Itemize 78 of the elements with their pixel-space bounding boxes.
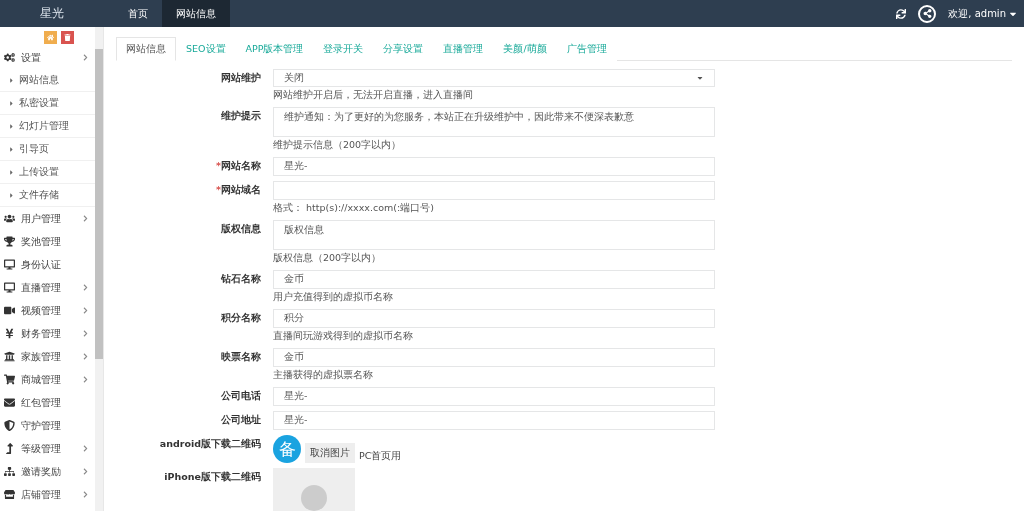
- shield-icon: [4, 420, 15, 431]
- field-label: 版权信息: [220, 222, 261, 236]
- video-camera-icon: [4, 305, 15, 316]
- caret-icon: [8, 191, 15, 199]
- field-label: 钻石名称: [220, 272, 261, 286]
- caret-down-icon: [696, 74, 704, 82]
- field-label: iPhone版下载二维码: [163, 470, 261, 484]
- field-label: 网站维护: [220, 71, 261, 85]
- field-label: 公司地址: [220, 413, 261, 427]
- field-label: 维护提示: [220, 109, 261, 123]
- trophy-icon: [4, 236, 15, 247]
- monitor-icon: [4, 282, 15, 293]
- nav-tab[interactable]: 首页: [114, 0, 162, 27]
- help-text: 格式： http(s)://xxxx.com(:端口号): [273, 202, 435, 215]
- sidebar-item[interactable]: 店铺管理: [0, 483, 95, 506]
- help-text: 主播获得的虚拟票名称: [273, 369, 374, 382]
- select-field[interactable]: 关闭: [273, 69, 715, 87]
- sidebar-item[interactable]: 家族管理: [0, 345, 95, 368]
- caret-icon: [8, 76, 15, 84]
- trash-icon: [63, 34, 71, 41]
- monitor-icon: [4, 259, 15, 270]
- field-label: 公司电话: [220, 389, 261, 403]
- sidebar-item[interactable]: 红包管理: [0, 391, 95, 414]
- caret-icon: [8, 99, 15, 107]
- field-label: 映票名称: [220, 350, 261, 364]
- envelope-icon: [4, 397, 15, 408]
- sidebar-item[interactable]: 身份认证: [0, 253, 95, 276]
- sidebar-item[interactable]: 奖池管理: [0, 230, 95, 253]
- sidebar-item[interactable]: 直播管理: [0, 276, 95, 299]
- field-label: android版下载二维码: [158, 437, 261, 451]
- field-label: *网站域名: [215, 183, 261, 197]
- input-field[interactable]: 金币: [273, 270, 715, 289]
- home-icon: [46, 34, 54, 41]
- sidebar-item[interactable]: 等级管理: [0, 437, 95, 460]
- input-field[interactable]: 星光-: [273, 387, 715, 406]
- input-field[interactable]: [273, 181, 715, 200]
- gears-icon: [4, 52, 15, 63]
- refresh-icon[interactable]: [896, 8, 907, 19]
- field-label: *网站名称: [215, 159, 261, 173]
- help-text: 版权信息（200字以内）: [273, 252, 383, 265]
- help-text: 网站维护开启后，无法开启直播，进入直播间: [273, 89, 474, 102]
- field-label: 积分名称: [220, 311, 261, 325]
- image-note: PC首页用: [359, 450, 402, 463]
- help-text: 直播间玩游戏得到的虚拟币名称: [273, 330, 414, 343]
- caret-icon: [8, 168, 15, 176]
- nav-tab[interactable]: 网站信息: [162, 0, 230, 27]
- users-icon: [4, 213, 15, 224]
- sidebar-item[interactable]: 财务管理: [0, 322, 95, 345]
- sidebar-item[interactable]: 用户管理: [0, 207, 95, 230]
- caret-icon: [8, 122, 15, 130]
- sidebar-item[interactable]: 视频管理: [0, 299, 95, 322]
- sidebar-item[interactable]: 商城管理: [0, 368, 95, 391]
- help-text: 维护提示信息（200字以内）: [273, 139, 403, 152]
- input-field[interactable]: 星光-: [273, 157, 715, 176]
- textarea-field[interactable]: 版权信息: [273, 220, 715, 250]
- scrollbar[interactable]: [95, 27, 103, 511]
- brand-title: 星光: [39, 5, 65, 22]
- remove-image-button[interactable]: 取消图片: [305, 443, 355, 463]
- delete-button[interactable]: [60, 31, 74, 44]
- bank-icon: [4, 351, 15, 362]
- tab[interactable]: 网站信息: [116, 37, 176, 61]
- sidebar-item[interactable]: 守护管理: [0, 414, 95, 437]
- textarea-field[interactable]: 维护通知：为了更好的为您服务，本站正在升级维护中，因此带来不便深表歉意: [273, 107, 715, 137]
- input-field[interactable]: 星光-: [273, 411, 715, 430]
- yen-icon: [4, 328, 15, 339]
- arrow-up-icon: [4, 443, 15, 454]
- caret-icon: [8, 145, 15, 153]
- cart-icon: [4, 374, 15, 385]
- user-menu[interactable]: 欢迎, admin: [948, 6, 1018, 21]
- input-field[interactable]: 金币: [273, 348, 715, 367]
- sidebar-item[interactable]: 设置: [0, 46, 95, 69]
- sidebar-item[interactable]: 邀请奖励: [0, 460, 95, 483]
- share-icon[interactable]: [918, 4, 937, 23]
- sitemap-icon: [4, 466, 15, 477]
- input-field[interactable]: 积分: [273, 309, 715, 328]
- help-text: 用户充值得到的虚拟币名称: [273, 291, 394, 304]
- image-thumbnail: 备: [273, 435, 301, 463]
- store-icon: [4, 489, 15, 500]
